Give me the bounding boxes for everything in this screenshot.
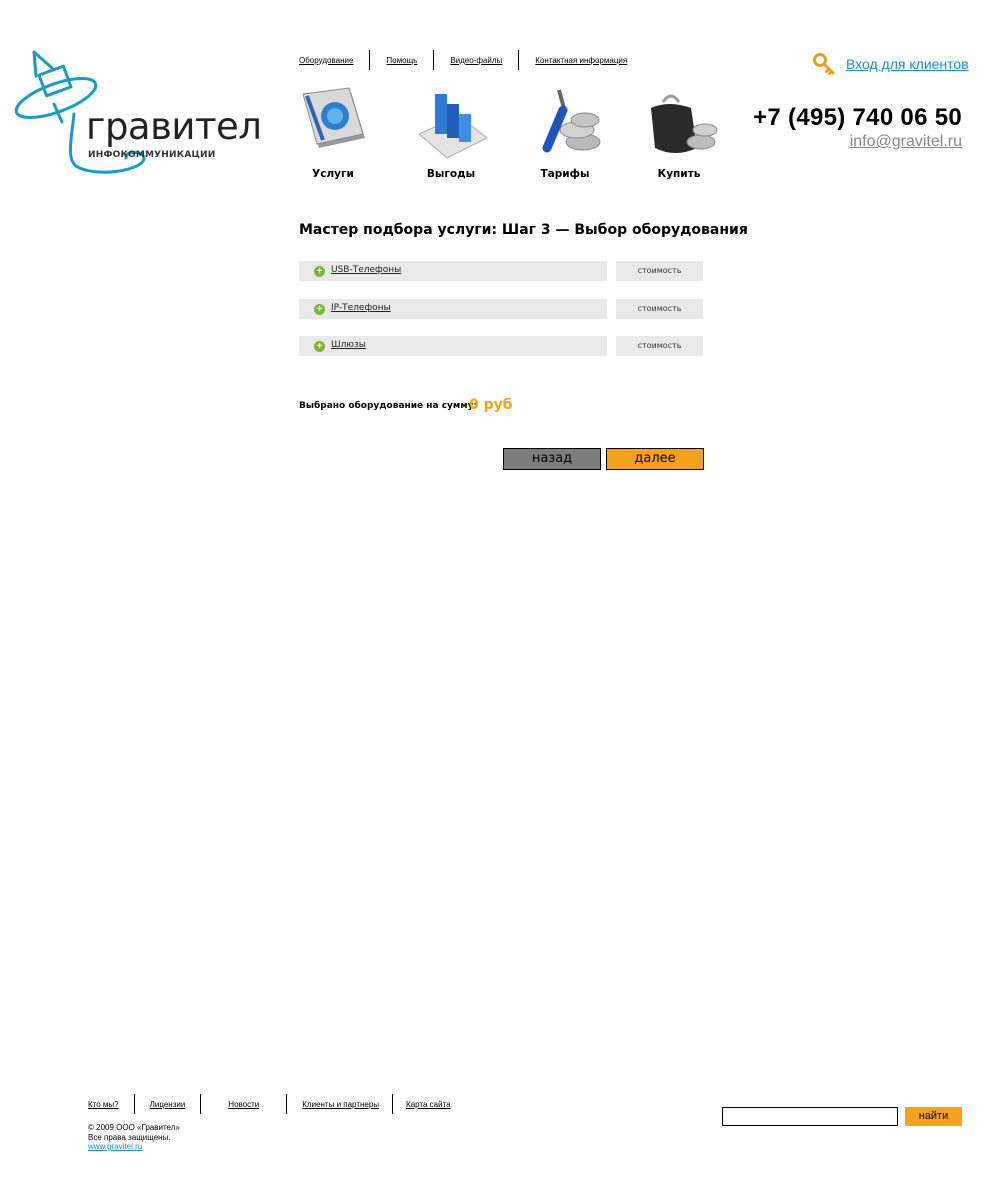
key-icon[interactable] <box>812 52 836 76</box>
topnav-help[interactable]: Помощь <box>386 56 417 65</box>
bignav-buy-label[interactable]: Купить <box>634 168 724 180</box>
equipment-gateways[interactable]: Шлюзы <box>331 340 366 350</box>
nav-divider <box>200 1094 202 1114</box>
footer-nav: Кто мы? Лицензии Новости Клиенты и партн… <box>88 1094 451 1114</box>
summary-value: 0 руб <box>469 397 513 413</box>
equipment-row: + USB-Телефоны стоимость <box>299 261 703 281</box>
equipment-cost: стоимость <box>616 261 703 281</box>
site-link[interactable]: www.gravitel.ru <box>88 1142 142 1151</box>
email-link[interactable]: info@gravitel.ru <box>850 133 962 151</box>
copyright: © 2009 ООО «Гравител» Все права защищены… <box>88 1123 180 1143</box>
client-login-link[interactable]: Вход для клиентов <box>846 56 969 72</box>
topnav-contacts[interactable]: Контактная информация <box>535 56 627 65</box>
screwdriver-coins-icon <box>542 89 601 153</box>
nav-divider <box>286 1094 288 1114</box>
top-nav: Оборудование Помощь Видео-файлы Контактн… <box>299 50 627 70</box>
bignav-tariffs-label[interactable]: Тарифы <box>520 168 610 180</box>
bignav-buy[interactable]: Купить <box>634 86 724 180</box>
wallet-icon <box>651 94 718 153</box>
footer-licenses[interactable]: Лицензии <box>150 1100 186 1109</box>
bignav-services-label[interactable]: Услуги <box>288 168 378 180</box>
client-login: Вход для клиентов <box>812 52 969 76</box>
bignav-services[interactable]: Услуги <box>288 86 378 180</box>
equipment-row: + Шлюзы стоимость <box>299 336 703 356</box>
search-button[interactable]: найти <box>905 1107 962 1126</box>
expand-plus-icon[interactable]: + <box>314 304 325 315</box>
topnav-video[interactable]: Видео-файлы <box>450 56 502 65</box>
book-globe-icon <box>302 87 365 148</box>
expand-plus-icon[interactable]: + <box>314 341 325 352</box>
nav-divider <box>518 50 520 70</box>
equipment-ip-phones[interactable]: IP-Телефоны <box>331 303 391 313</box>
search-input[interactable] <box>722 1107 898 1126</box>
footer-clients[interactable]: Клиенты и партнеры <box>302 1100 379 1109</box>
equipment-row: + IP-Телефоны стоимость <box>299 299 703 319</box>
equipment-usb-phones[interactable]: USB-Телефоны <box>331 265 401 275</box>
copyright-line: © 2009 ООО «Гравител» <box>88 1123 180 1132</box>
nav-divider <box>433 50 435 70</box>
phone-number: +7 (495) 740 06 50 <box>753 104 962 131</box>
brand-subtitle: ИНФОКОММУНИКАЦИИ <box>88 150 216 160</box>
nav-divider <box>392 1094 394 1114</box>
footer-sitemap[interactable]: Карта сайта <box>406 1100 451 1109</box>
bignav-benefits[interactable]: Выгоды <box>406 86 496 180</box>
brand-name: гравител <box>86 105 262 148</box>
nav-divider <box>133 1094 135 1114</box>
nav-divider <box>369 50 371 70</box>
topnav-equipment[interactable]: Оборудование <box>299 56 353 65</box>
page-title: Мастер подбора услуги: Шаг 3 — Выбор обо… <box>299 222 748 238</box>
footer-news[interactable]: Новости <box>228 1100 259 1109</box>
equipment-cost: стоимость <box>616 336 703 356</box>
footer-about[interactable]: Кто мы? <box>88 1100 119 1109</box>
bignav-tariffs[interactable]: Тарифы <box>520 86 610 180</box>
summary-label: Выбрано оборудование на сумму: <box>299 401 478 411</box>
back-button[interactable]: назад <box>503 448 601 470</box>
bignav-benefits-label[interactable]: Выгоды <box>406 168 496 180</box>
next-button[interactable]: далее <box>606 448 704 470</box>
bar-chart-icon <box>418 94 488 159</box>
equipment-cost: стоимость <box>616 299 703 319</box>
expand-plus-icon[interactable]: + <box>314 266 325 277</box>
